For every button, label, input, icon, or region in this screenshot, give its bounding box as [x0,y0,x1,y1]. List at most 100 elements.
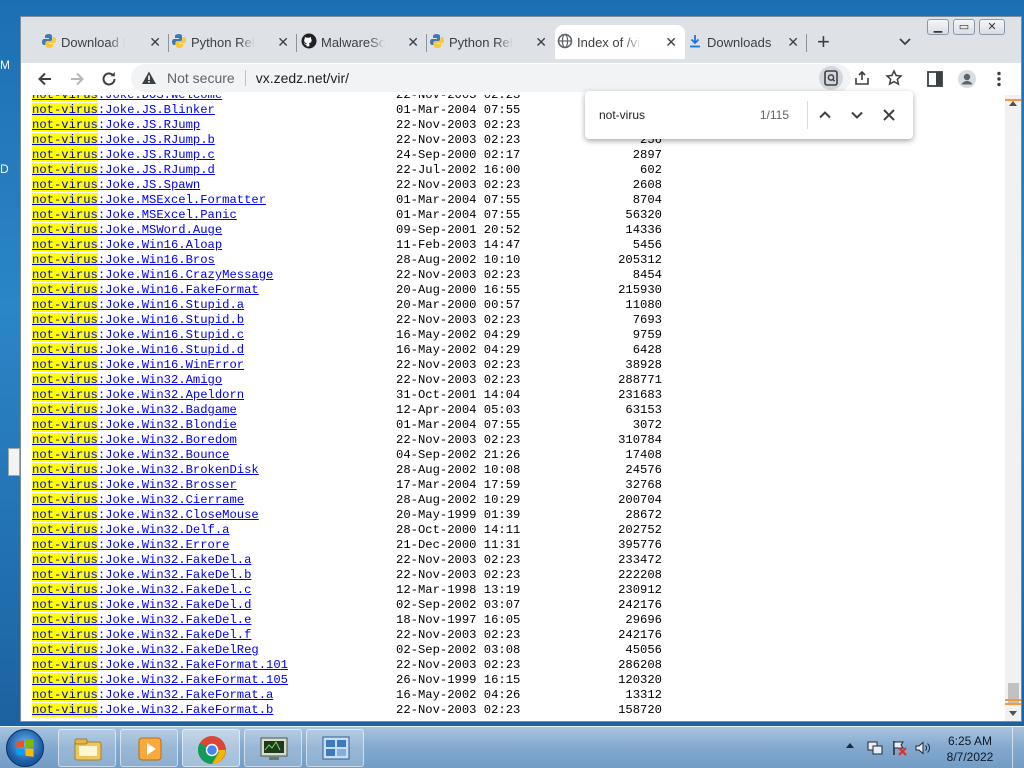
taskbar-explorer[interactable] [58,729,116,767]
vertical-scrollbar[interactable] [1005,95,1021,721]
search-highlight[interactable]: not-virus [32,583,98,597]
search-highlight[interactable]: not-virus [32,358,98,372]
file-link[interactable]: :Joke.JS.Blinker [98,103,215,117]
tab-malwaresource[interactable]: MalwareSou ✕ [299,25,427,59]
file-link[interactable]: :Joke.Win16.Aloap [98,238,222,252]
file-link[interactable]: :Joke.Win32.FakeFormat.a [98,688,274,702]
search-highlight[interactable]: not-virus [32,328,98,342]
network-tray-icon[interactable] [866,739,884,757]
search-highlight[interactable]: not-virus [32,223,98,237]
system-clock[interactable]: 6:25 AM 8/7/2022 [938,733,1002,765]
file-link[interactable]: :Joke.Win32.Apeldorn [98,388,244,402]
chevron-down-icon[interactable] [847,105,867,125]
warning-triangle-icon[interactable] [141,70,157,86]
file-link[interactable]: :Joke.Win32.FakeFormat.101 [98,658,288,672]
search-highlight[interactable]: not-virus [32,148,98,162]
scrollbar-thumb[interactable] [1008,683,1019,705]
minimize-button[interactable]: ▁ [927,19,949,35]
tab-download-python[interactable]: Download P ✕ [39,25,169,59]
file-link[interactable]: :Joke.Win16.Stupid.b [98,313,244,327]
profile-avatar-icon[interactable] [957,69,977,89]
file-link[interactable]: :Joke.Win32.FakeFormat.b [98,703,274,717]
tab-python-release-2[interactable]: Python Rele ✕ [427,25,555,59]
file-link[interactable]: :Joke.JS.RJump.c [98,148,215,162]
file-link[interactable]: :Joke.Win32.FakeDel.b [98,568,252,582]
close-icon[interactable]: ✕ [277,34,289,51]
file-link[interactable]: :Joke.Win32.Errore [98,538,230,552]
file-link[interactable]: :Joke.Win32.CloseMouse [98,508,259,522]
search-highlight[interactable]: not-virus [32,628,98,642]
search-highlight[interactable]: not-virus [32,373,98,387]
find-in-page-button[interactable] [819,66,843,90]
search-highlight[interactable]: not-virus [32,283,98,297]
file-link[interactable]: :Joke.Win32.Brosser [98,478,237,492]
search-highlight[interactable]: not-virus [32,673,98,687]
bookmark-star-icon[interactable] [885,69,903,87]
tab-search-chevron-icon[interactable] [897,33,913,49]
file-link[interactable]: :Joke.Win32.Amigo [98,373,222,387]
search-highlight[interactable]: not-virus [32,178,98,192]
tab-downloads[interactable]: Downloads ✕ [685,25,807,59]
file-link[interactable]: :Joke.Win16.Stupid.a [98,298,244,312]
file-link[interactable]: :Joke.Win32.FakeDelReg [98,643,259,657]
search-highlight[interactable]: not-virus [32,448,98,462]
volume-icon[interactable] [914,739,932,757]
close-icon[interactable]: ✕ [407,34,419,51]
taskbar-network-app[interactable] [306,729,364,767]
search-highlight[interactable]: not-virus [32,703,98,717]
file-link[interactable]: :Joke.Win32.Blondie [98,418,237,432]
file-link[interactable]: :Joke.Win32.Delf.a [98,523,230,537]
close-icon[interactable]: ✕ [665,34,677,51]
search-highlight[interactable]: not-virus [32,598,98,612]
search-highlight[interactable]: not-virus [32,253,98,267]
taskbar-media-player[interactable] [120,729,178,767]
taskbar-chrome[interactable] [182,729,240,767]
search-highlight[interactable]: not-virus [32,613,98,627]
search-highlight[interactable]: not-virus [32,538,98,552]
file-link[interactable]: :Joke.Win16.Bros [98,253,215,267]
file-link[interactable]: :Joke.Win16.FakeFormat [98,283,259,297]
search-highlight[interactable]: not-virus [32,418,98,432]
taskbar-monitor-app[interactable] [244,729,302,767]
tab-index-of-vir[interactable]: Index of /vir ✕ [555,25,685,59]
kebab-menu-icon[interactable] [989,69,1009,89]
chevron-up-icon[interactable] [815,105,835,125]
file-link[interactable]: :Joke.Win32.Bounce [98,448,230,462]
search-highlight[interactable]: not-virus [32,523,98,537]
url-text[interactable]: vx.zedz.net/vir/ [256,70,349,86]
start-button[interactable] [6,729,44,767]
close-window-button[interactable]: ✕ [979,19,1005,35]
file-link[interactable]: :Joke.Win16.Stupid.d [98,343,244,357]
scroll-up-arrow-icon[interactable] [1009,101,1017,106]
file-link[interactable]: :Joke.Win32.FakeDel.a [98,553,252,567]
search-highlight[interactable]: not-virus [32,193,98,207]
search-highlight[interactable]: not-virus [32,298,98,312]
file-link[interactable]: :Joke.Win32.Cierrame [98,493,244,507]
file-link[interactable]: :Joke.Win16.Stupid.c [98,328,244,342]
file-link[interactable]: :Joke.Win32.FakeDel.d [98,598,252,612]
file-link[interactable]: :Joke.MSWord.Auge [98,223,222,237]
search-highlight[interactable]: not-virus [32,103,98,117]
file-link[interactable]: :Joke.Win32.Badgame [98,403,237,417]
search-highlight[interactable]: not-virus [32,208,98,222]
file-link[interactable]: :Joke.JS.RJump [98,118,200,132]
file-link[interactable]: :Joke.Win16.CrazyMessage [98,268,274,282]
close-icon[interactable] [879,105,899,125]
search-highlight[interactable]: not-virus [32,508,98,522]
search-highlight[interactable]: not-virus [32,658,98,672]
close-icon[interactable]: ✕ [787,34,799,51]
search-highlight[interactable]: not-virus [32,163,98,177]
search-highlight[interactable]: not-virus [32,568,98,582]
search-highlight[interactable]: not-virus [32,238,98,252]
search-highlight[interactable]: not-virus [32,95,98,102]
side-panel-icon[interactable] [925,69,945,89]
address-bar[interactable]: Not secure vx.zedz.net/vir/ [131,64,903,92]
tab-python-release-1[interactable]: Python Rele ✕ [169,25,297,59]
back-arrow-icon[interactable] [35,69,55,89]
not-secure-label[interactable]: Not secure [167,70,235,86]
search-highlight[interactable]: not-virus [32,343,98,357]
share-icon[interactable] [853,69,871,87]
file-link[interactable]: :Joke.Win32.FakeFormat.105 [98,673,288,687]
new-tab-button[interactable]: + [817,31,830,53]
close-icon[interactable]: ✕ [149,34,161,51]
